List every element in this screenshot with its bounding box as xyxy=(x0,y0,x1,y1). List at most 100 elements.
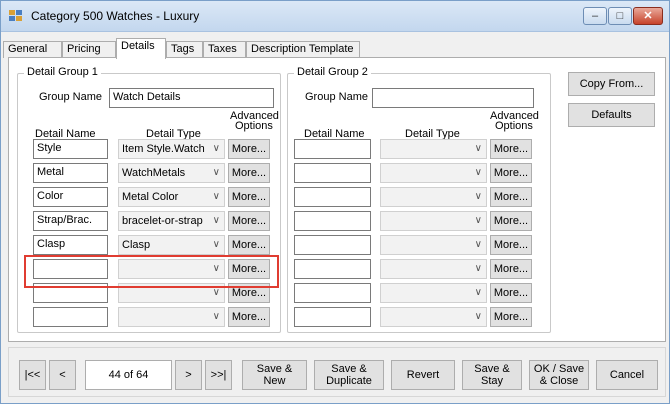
detail-name-input[interactable] xyxy=(294,259,371,279)
chevron-down-icon: ∨ xyxy=(212,239,220,250)
detail-group-1: Detail Group 1 Group Name Watch Details … xyxy=(17,66,281,333)
group-1-title: Detail Group 1 xyxy=(24,66,101,78)
detail-type-select[interactable]: ∨ xyxy=(380,283,487,303)
detail-type-select[interactable]: ∨ xyxy=(380,259,487,279)
detail-group-2: Detail Group 2 Group Name Detail Name De… xyxy=(287,66,551,333)
detail-name-input[interactable]: Style xyxy=(33,139,108,159)
detail-name-input[interactable] xyxy=(294,307,371,327)
more-options-button[interactable]: More... xyxy=(228,307,270,327)
options-header: Options xyxy=(235,120,273,132)
tab-description-template[interactable]: Description Template xyxy=(246,41,360,58)
save-duplicate-button[interactable]: Save & Duplicate xyxy=(314,360,384,390)
detail-name-input[interactable] xyxy=(294,187,371,207)
detail-type-select[interactable]: bracelet-or-strap ∨ xyxy=(118,211,225,231)
save-new-line2: New xyxy=(263,375,286,387)
chevron-down-icon: ∨ xyxy=(474,263,482,274)
maximize-button[interactable]: □ xyxy=(608,7,632,25)
window-title: Category 500 Watches - Luxury xyxy=(31,9,200,23)
detail-type-value: Metal Color xyxy=(122,191,179,203)
copy-from-button[interactable]: Copy From... xyxy=(568,72,655,96)
chevron-down-icon: ∨ xyxy=(212,287,220,298)
detail-name-input[interactable]: Strap/Brac. xyxy=(33,211,108,231)
record-nav-bar: |<< < 44 of 64 > >>| Save & New Save & D… xyxy=(8,347,666,397)
chevron-down-icon: ∨ xyxy=(474,287,482,298)
app-icon xyxy=(9,10,23,22)
group-2-name-input[interactable] xyxy=(372,88,534,108)
detail-type-select[interactable]: Clasp ∨ xyxy=(118,235,225,255)
detail-type-select[interactable]: ∨ xyxy=(380,307,487,327)
defaults-button[interactable]: Defaults xyxy=(568,103,655,127)
detail-name-input[interactable] xyxy=(33,307,108,327)
more-options-button[interactable]: More... xyxy=(228,187,270,207)
detail-name-input[interactable] xyxy=(294,211,371,231)
chevron-down-icon: ∨ xyxy=(474,215,482,226)
detail-type-select[interactable]: WatchMetals ∨ xyxy=(118,163,225,183)
save-new-line1: Save & xyxy=(256,363,293,375)
more-options-button[interactable]: More... xyxy=(490,259,532,279)
more-options-button[interactable]: More... xyxy=(228,163,270,183)
detail-name-input[interactable] xyxy=(294,283,371,303)
details-tab-panel: Detail Group 1 Group Name Watch Details … xyxy=(8,57,666,342)
more-options-button[interactable]: More... xyxy=(228,139,270,159)
group-1-name-input[interactable]: Watch Details xyxy=(109,88,274,108)
detail-type-select[interactable]: ∨ xyxy=(380,139,487,159)
close-button[interactable]: ✕ xyxy=(633,7,663,25)
minimize-button[interactable]: – xyxy=(583,7,607,25)
chevron-down-icon: ∨ xyxy=(474,143,482,154)
group-2-name-label: Group Name xyxy=(305,91,368,103)
last-record-button[interactable]: >>| xyxy=(205,360,232,390)
group-1-name-label: Group Name xyxy=(39,91,102,103)
options-header: Options xyxy=(495,120,533,132)
highlight-box xyxy=(24,255,279,288)
more-options-button[interactable]: More... xyxy=(490,163,532,183)
chevron-down-icon: ∨ xyxy=(212,167,220,178)
cancel-button[interactable]: Cancel xyxy=(596,360,658,390)
detail-name-input[interactable] xyxy=(294,139,371,159)
prev-record-button[interactable]: < xyxy=(49,360,76,390)
detail-type-select[interactable]: ∨ xyxy=(380,235,487,255)
tab-general[interactable]: General xyxy=(3,41,62,58)
save-new-button[interactable]: Save & New xyxy=(242,360,307,390)
save-stay-button[interactable]: Save & Stay xyxy=(462,360,522,390)
next-record-button[interactable]: > xyxy=(175,360,202,390)
app-window: Category 500 Watches - Luxury – □ ✕ Gene… xyxy=(0,0,670,404)
detail-name-input[interactable]: Metal xyxy=(33,163,108,183)
detail-name-input[interactable]: Color xyxy=(33,187,108,207)
tab-pricing[interactable]: Pricing xyxy=(62,41,116,58)
tab-tags[interactable]: Tags xyxy=(166,41,203,58)
chevron-down-icon: ∨ xyxy=(212,191,220,202)
ok-save-close-button[interactable]: OK / Save & Close xyxy=(529,360,589,390)
detail-type-select[interactable]: ∨ xyxy=(380,163,487,183)
ok-save-line2: & Close xyxy=(539,375,579,387)
more-options-button[interactable]: More... xyxy=(490,187,532,207)
title-bar[interactable]: Category 500 Watches - Luxury – □ ✕ xyxy=(1,1,669,32)
detail-name-input[interactable]: Clasp xyxy=(33,235,108,255)
revert-button[interactable]: Revert xyxy=(391,360,455,390)
tab-details[interactable]: Details xyxy=(116,38,166,59)
detail-type-value: Item Style.Watch xyxy=(122,143,205,155)
detail-type-select[interactable]: Metal Color ∨ xyxy=(118,187,225,207)
group-2-title: Detail Group 2 xyxy=(294,66,371,78)
chevron-down-icon: ∨ xyxy=(212,143,220,154)
more-options-button[interactable]: More... xyxy=(490,139,532,159)
save-duplicate-line2: Duplicate xyxy=(326,375,372,387)
detail-name-input[interactable] xyxy=(294,163,371,183)
detail-type-select[interactable]: Item Style.Watch ∨ xyxy=(118,139,225,159)
more-options-button[interactable]: More... xyxy=(490,211,532,231)
more-options-button[interactable]: More... xyxy=(228,211,270,231)
ok-save-line1: OK / Save xyxy=(533,363,585,375)
first-record-button[interactable]: |<< xyxy=(19,360,46,390)
chevron-down-icon: ∨ xyxy=(474,311,482,322)
save-duplicate-line1: Save & xyxy=(331,363,367,375)
detail-type-select[interactable]: ∨ xyxy=(380,187,487,207)
chevron-down-icon: ∨ xyxy=(474,167,482,178)
more-options-button[interactable]: More... xyxy=(490,283,532,303)
chevron-down-icon: ∨ xyxy=(212,311,220,322)
detail-type-select[interactable]: ∨ xyxy=(118,307,225,327)
detail-name-input[interactable] xyxy=(294,235,371,255)
more-options-button[interactable]: More... xyxy=(490,235,532,255)
more-options-button[interactable]: More... xyxy=(228,235,270,255)
more-options-button[interactable]: More... xyxy=(490,307,532,327)
detail-type-select[interactable]: ∨ xyxy=(380,211,487,231)
tab-taxes[interactable]: Taxes xyxy=(203,41,246,58)
